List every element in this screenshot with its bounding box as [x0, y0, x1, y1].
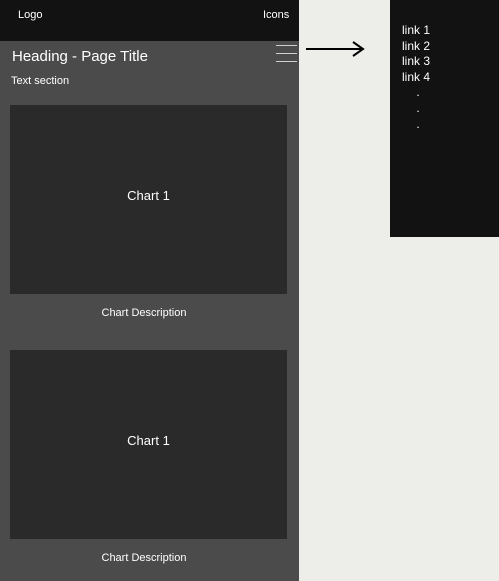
menu-link-1[interactable]: link 1	[402, 23, 430, 39]
wireframe-canvas: Logo Icons Heading - Page Title Text sec…	[0, 0, 499, 581]
icons-placeholder[interactable]: Icons	[263, 9, 289, 22]
menu-link-2[interactable]: link 2	[402, 39, 430, 55]
menu-link-4[interactable]: link 4	[402, 70, 430, 86]
menu-link-list: link 1 link 2 link 3 link 4	[402, 23, 430, 85]
ellipsis-dot: .	[416, 117, 420, 131]
menu-link-3[interactable]: link 3	[402, 54, 430, 70]
more-links-ellipsis: . . .	[415, 84, 421, 132]
text-section: Text section	[11, 75, 70, 87]
chart-placeholder-1: Chart 1	[10, 105, 287, 294]
hamburger-line	[276, 53, 297, 54]
chart-title: Chart 1	[127, 433, 170, 448]
hamburger-line	[276, 61, 297, 62]
side-menu-panel: link 1 link 2 link 3 link 4 . . .	[390, 0, 499, 237]
page-title: Heading - Page Title	[12, 48, 148, 65]
ellipsis-dot: .	[416, 85, 420, 99]
mobile-screen: Logo Icons Heading - Page Title Text sec…	[0, 0, 299, 581]
chart-title: Chart 1	[127, 188, 170, 203]
ellipsis-dot: .	[416, 101, 420, 115]
chart-description: Chart Description	[101, 307, 187, 319]
top-navigation-bar: Logo Icons	[0, 0, 299, 41]
right-arrow-icon	[306, 41, 365, 57]
logo[interactable]: Logo	[18, 9, 42, 22]
chart-placeholder-2: Chart 1	[10, 350, 287, 539]
hamburger-line	[276, 45, 297, 46]
hamburger-menu-icon[interactable]	[276, 44, 298, 64]
chart-description: Chart Description	[101, 552, 187, 564]
